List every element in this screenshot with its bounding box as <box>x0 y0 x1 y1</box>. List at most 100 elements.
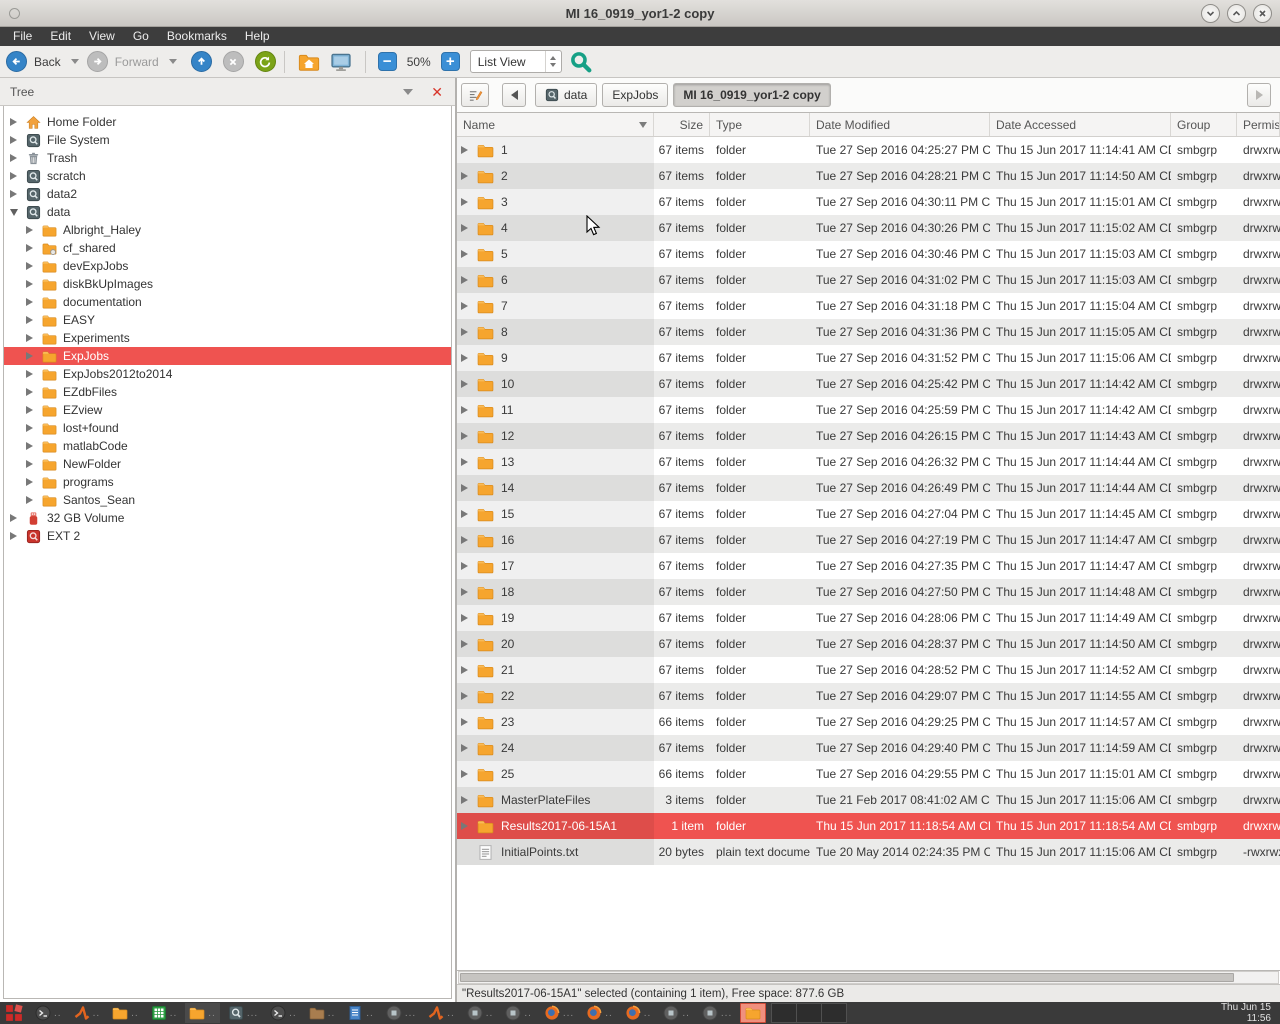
workspace-2[interactable] <box>796 1003 822 1023</box>
expander-icon[interactable] <box>26 262 33 270</box>
expander-icon[interactable] <box>461 692 468 700</box>
expander-icon[interactable] <box>26 388 33 396</box>
file-row-19[interactable]: 1967 itemsfolderTue 27 Sep 2016 04:28:06… <box>457 605 1280 631</box>
workspace-3[interactable] <box>821 1003 847 1023</box>
expander-icon[interactable] <box>26 244 33 252</box>
file-row-20[interactable]: 2067 itemsfolderTue 27 Sep 2016 04:28:37… <box>457 631 1280 657</box>
taskbar-item-14[interactable]: ... <box>540 1003 578 1023</box>
workspace-pager[interactable] <box>772 1003 847 1023</box>
window-minimize-button[interactable] <box>1201 4 1220 23</box>
expander-icon[interactable] <box>26 406 33 414</box>
expander-icon[interactable] <box>26 478 33 486</box>
expander-icon[interactable] <box>26 316 33 324</box>
expander-icon[interactable] <box>26 460 33 468</box>
refresh-button[interactable] <box>255 51 276 72</box>
expander-icon[interactable] <box>26 424 33 432</box>
breadcrumb-2[interactable]: ExpJobs <box>602 83 668 107</box>
tree-item-albright-haley[interactable]: Albright_Haley <box>4 221 451 239</box>
expander-icon[interactable] <box>461 198 468 206</box>
expander-icon[interactable] <box>10 118 17 126</box>
menu-help[interactable]: Help <box>236 27 279 46</box>
tree-item-lost-found[interactable]: lost+found <box>4 419 451 437</box>
file-row-1[interactable]: 167 itemsfolderTue 27 Sep 2016 04:25:27 … <box>457 137 1280 163</box>
tree-item-scratch[interactable]: scratch <box>4 167 451 185</box>
expander-icon[interactable] <box>10 154 17 162</box>
file-row-15[interactable]: 1567 itemsfolderTue 27 Sep 2016 04:27:04… <box>457 501 1280 527</box>
tree-item-home-folder[interactable]: Home Folder <box>4 113 451 131</box>
menu-go[interactable]: Go <box>124 27 158 46</box>
path-scroll-right-button[interactable] <box>1247 83 1271 107</box>
file-row-6[interactable]: 667 itemsfolderTue 27 Sep 2016 04:31:02 … <box>457 267 1280 293</box>
back-label[interactable]: Back <box>34 55 61 69</box>
expander-icon[interactable] <box>10 532 17 540</box>
expander-icon[interactable] <box>461 718 468 726</box>
menu-edit[interactable]: Edit <box>41 27 80 46</box>
search-button[interactable] <box>570 51 592 73</box>
taskbar-item-3[interactable]: .. <box>108 1003 143 1023</box>
expander-icon[interactable] <box>26 352 33 360</box>
expander-icon[interactable] <box>10 514 17 522</box>
expander-icon[interactable] <box>461 250 468 258</box>
expander-icon[interactable] <box>461 744 468 752</box>
tree-item-ezview[interactable]: EZview <box>4 401 451 419</box>
expander-icon[interactable] <box>26 298 33 306</box>
tree-item-file-system[interactable]: File System <box>4 131 451 149</box>
taskbar-item-17[interactable]: .. <box>659 1003 694 1023</box>
file-row-7[interactable]: 767 itemsfolderTue 27 Sep 2016 04:31:18 … <box>457 293 1280 319</box>
tree-item-diskbkupimages[interactable]: diskBkUpImages <box>4 275 451 293</box>
taskbar-item-7[interactable]: .. <box>266 1003 301 1023</box>
tree-item-newfolder[interactable]: NewFolder <box>4 455 451 473</box>
file-row-10[interactable]: 1067 itemsfolderTue 27 Sep 2016 04:25:42… <box>457 371 1280 397</box>
column-header-name[interactable]: Name <box>457 113 654 136</box>
taskbar-item-10[interactable]: ... <box>382 1003 420 1023</box>
taskbar-item-6[interactable]: ... <box>224 1003 262 1023</box>
file-row-9[interactable]: 967 itemsfolderTue 27 Sep 2016 04:31:52 … <box>457 345 1280 371</box>
tree-item-devexpjobs[interactable]: devExpJobs <box>4 257 451 275</box>
workspace-1[interactable] <box>771 1003 797 1023</box>
file-row-12[interactable]: 1267 itemsfolderTue 27 Sep 2016 04:26:15… <box>457 423 1280 449</box>
back-button[interactable] <box>6 51 27 72</box>
taskbar-item-1[interactable]: .. <box>31 1003 66 1023</box>
sidebar-close-icon[interactable]: ✕ <box>431 85 443 99</box>
expander-icon[interactable] <box>461 484 468 492</box>
expander-icon[interactable] <box>461 536 468 544</box>
file-row-results2017-06-15a1[interactable]: Results2017-06-15A11 itemfolderThu 15 Ju… <box>457 813 1280 839</box>
expander-icon[interactable] <box>461 146 468 154</box>
file-row-11[interactable]: 1167 itemsfolderTue 27 Sep 2016 04:25:59… <box>457 397 1280 423</box>
tree-item-experiments[interactable]: Experiments <box>4 329 451 347</box>
expander-icon[interactable] <box>26 334 33 342</box>
expander-icon[interactable] <box>461 640 468 648</box>
expander-icon[interactable] <box>10 190 17 198</box>
taskbar-item-11[interactable]: .. <box>424 1003 459 1023</box>
view-mode-select[interactable]: List View <box>470 50 562 73</box>
taskbar-item-13[interactable]: .. <box>501 1003 536 1023</box>
tree-item-ezdbfiles[interactable]: EZdbFiles <box>4 383 451 401</box>
expander-icon[interactable] <box>461 666 468 674</box>
file-row-25[interactable]: 2566 itemsfolderTue 27 Sep 2016 04:29:55… <box>457 761 1280 787</box>
horizontal-scrollbar[interactable] <box>458 971 1279 984</box>
taskbar-item-2[interactable]: .. <box>70 1003 105 1023</box>
tree-item-santos-sean[interactable]: Santos_Sean <box>4 491 451 509</box>
menu-view[interactable]: View <box>80 27 124 46</box>
file-row-18[interactable]: 1867 itemsfolderTue 27 Sep 2016 04:27:50… <box>457 579 1280 605</box>
taskbar-item-12[interactable]: .. <box>463 1003 498 1023</box>
taskbar-item-16[interactable]: .. <box>621 1003 656 1023</box>
tree-item-programs[interactable]: programs <box>4 473 451 491</box>
tree-item-data2[interactable]: data2 <box>4 185 451 203</box>
file-row-2[interactable]: 267 itemsfolderTue 27 Sep 2016 04:28:21 … <box>457 163 1280 189</box>
expander-icon[interactable] <box>26 496 33 504</box>
expander-icon[interactable] <box>461 822 468 830</box>
file-row-5[interactable]: 567 itemsfolderTue 27 Sep 2016 04:30:46 … <box>457 241 1280 267</box>
file-row-14[interactable]: 1467 itemsfolderTue 27 Sep 2016 04:26:49… <box>457 475 1280 501</box>
file-row-3[interactable]: 367 itemsfolderTue 27 Sep 2016 04:30:11 … <box>457 189 1280 215</box>
file-row-17[interactable]: 1767 itemsfolderTue 27 Sep 2016 04:27:35… <box>457 553 1280 579</box>
expander-icon[interactable] <box>461 588 468 596</box>
breadcrumb-3[interactable]: MI 16_0919_yor1-2 copy <box>673 83 830 107</box>
tree-item-32-gb-volume[interactable]: 32 GB Volume <box>4 509 451 527</box>
expander-icon[interactable] <box>461 458 468 466</box>
taskbar-item-9[interactable]: .. <box>343 1003 378 1023</box>
expander-icon[interactable] <box>461 406 468 414</box>
menu-file[interactable]: File <box>4 27 41 46</box>
file-row-8[interactable]: 867 itemsfolderTue 27 Sep 2016 04:31:36 … <box>457 319 1280 345</box>
up-button[interactable] <box>191 51 212 72</box>
